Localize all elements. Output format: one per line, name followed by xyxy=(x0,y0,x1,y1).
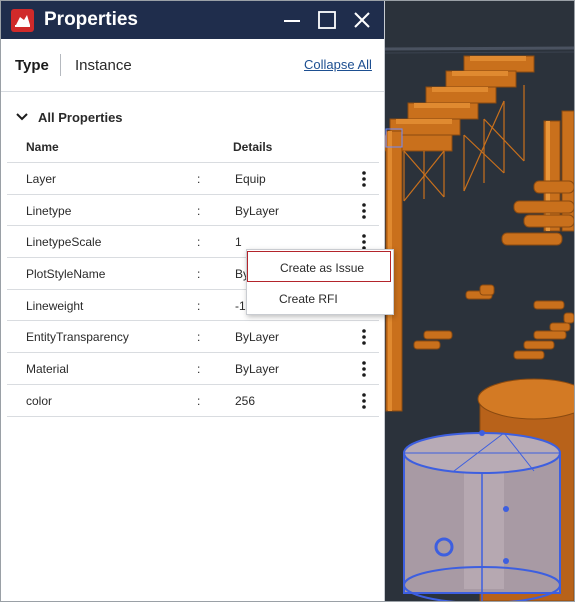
property-name: Material xyxy=(26,362,69,377)
property-separator: : xyxy=(197,235,201,250)
property-separator: : xyxy=(197,362,201,377)
menu-item-label: Create RFI xyxy=(279,292,338,306)
tab-bar: Type Instance Collapse All xyxy=(1,39,384,92)
property-value: ByLayer xyxy=(235,330,280,345)
property-name: PlotStyleName xyxy=(26,267,106,282)
property-separator: : xyxy=(197,172,201,186)
all-properties-toggle[interactable]: All Properties xyxy=(13,108,213,128)
window-title: Properties xyxy=(44,9,138,30)
close-button[interactable] xyxy=(349,7,375,33)
property-value: 256 xyxy=(235,393,256,408)
section-title: All Properties xyxy=(38,110,123,125)
model-viewport[interactable] xyxy=(384,1,574,601)
table-row: Linetype : ByLayer xyxy=(7,195,379,227)
app-logo-icon xyxy=(11,9,34,32)
property-separator: : xyxy=(197,393,201,408)
property-separator: : xyxy=(197,330,201,345)
tab-divider xyxy=(60,54,61,76)
property-name: Lineweight xyxy=(26,298,84,313)
tab-type[interactable]: Type xyxy=(15,57,49,74)
close-icon xyxy=(354,12,370,28)
table-row: Layer : Equip xyxy=(7,163,379,195)
property-separator: : xyxy=(197,298,201,313)
more-vertical-icon[interactable] xyxy=(357,391,371,411)
maximize-button[interactable] xyxy=(314,7,340,33)
chevron-down-icon xyxy=(16,113,28,121)
table-header: Name Details xyxy=(7,132,379,163)
property-value: ByLayer xyxy=(235,362,280,377)
plant-3d-model xyxy=(384,46,574,601)
tab-instance[interactable]: Instance xyxy=(75,57,132,74)
property-value: ByLayer xyxy=(235,203,280,218)
create-rfi-menu-item[interactable]: Create RFI xyxy=(247,283,391,313)
property-value: -1 xyxy=(235,298,246,313)
minimize-icon xyxy=(284,20,300,22)
more-vertical-icon[interactable] xyxy=(357,201,371,221)
table-row: color : 256 xyxy=(7,385,379,417)
menu-item-label: Create as Issue xyxy=(280,261,365,275)
minimize-button[interactable] xyxy=(279,7,305,33)
title-bar[interactable]: Properties xyxy=(1,1,384,39)
property-name: LinetypeScale xyxy=(26,235,102,250)
property-name: EntityTransparency xyxy=(26,330,129,345)
property-separator: : xyxy=(197,267,201,282)
table-row: Material : ByLayer xyxy=(7,353,379,385)
context-menu: Create as Issue Create RFI xyxy=(246,249,394,315)
property-value: 1 xyxy=(235,235,242,250)
more-vertical-icon[interactable] xyxy=(357,169,371,189)
property-separator: : xyxy=(197,203,201,218)
more-vertical-icon[interactable] xyxy=(357,359,371,379)
property-name: Layer xyxy=(26,172,57,186)
more-vertical-icon[interactable] xyxy=(357,327,371,347)
create-as-issue-menu-item[interactable]: Create as Issue xyxy=(247,251,391,282)
column-header-name: Name xyxy=(26,140,59,154)
column-header-details: Details xyxy=(233,140,273,154)
table-row: EntityTransparency : ByLayer xyxy=(7,321,379,354)
property-name: color xyxy=(26,393,53,408)
app-window: Properties Type Instance Collapse All Al… xyxy=(0,0,575,602)
property-name: Linetype xyxy=(26,203,72,218)
maximize-icon xyxy=(318,11,336,29)
property-value: Equip xyxy=(235,172,266,186)
collapse-all-link[interactable]: Collapse All xyxy=(304,57,372,72)
